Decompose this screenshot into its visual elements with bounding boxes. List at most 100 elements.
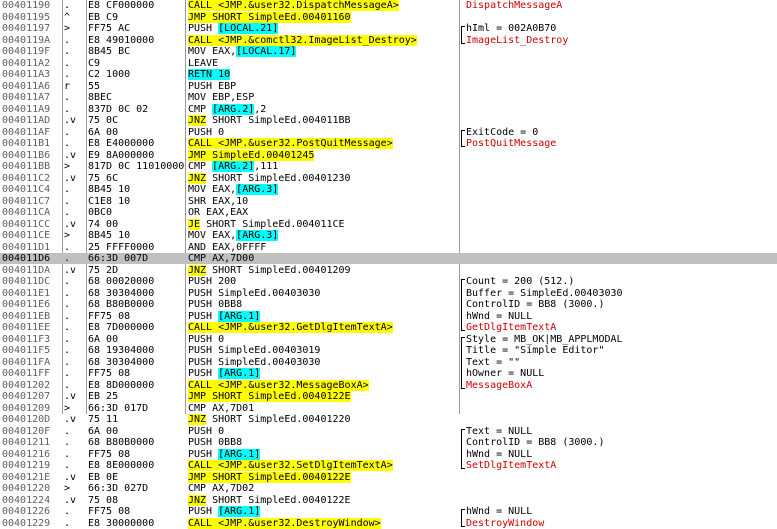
- disasm-row[interactable]: 004011FA. 68 30304000 PUSH SimpleEd.004030…: [0, 357, 777, 368]
- disasm-row[interactable]: 004011EB. FF75 08 PUSH [ARG.1] hWnd = NULL: [0, 310, 777, 322]
- instruction-cell: PUSH 0: [188, 334, 460, 345]
- address-cell: 0040121E: [2, 471, 51, 483]
- disasm-row[interactable]: 00401229. E8 30000000 CALL <JMP.&user32.De…: [0, 517, 777, 529]
- disasm-row[interactable]: 004011F5. 68 19304000 PUSH SimpleEd.004030…: [0, 345, 777, 356]
- disasm-row[interactable]: 00401211. 68 B80B0000 PUSH 0BB8 ControlID =…: [0, 437, 777, 448]
- disasm-row[interactable]: 004011DC. 68 00020000 PUSH 200 Count = 200 …: [0, 276, 777, 287]
- address-cell: 004011CC: [2, 218, 51, 230]
- hex-bytes-cell: 6A 00: [88, 126, 119, 138]
- disasm-row[interactable]: 004011EE. E8 7D000000 CALL <JMP.&user32.Ge…: [0, 322, 777, 333]
- comment-cell: [466, 253, 776, 264]
- disasm-row[interactable]: 004011E1. 68 30304000 PUSH SimpleEd.004030…: [0, 288, 777, 299]
- address-cell: 004011C7: [2, 195, 51, 207]
- disasm-row[interactable]: 00401209 >66:3D 017D CMP AX,7D01: [0, 403, 777, 414]
- comment-cell: [466, 391, 776, 402]
- disasm-row[interactable]: 004011C2 .v 75 6C JNZ SHORT SimpleEd.004012…: [0, 172, 777, 184]
- disasm-row[interactable]: 00401190. E8 CF000000 CALL <JMP.&user32.Di…: [0, 0, 777, 11]
- disasm-row[interactable]: 004011FF. FF75 08 PUSH [ARG.1] hOwner = NUL…: [0, 368, 777, 379]
- flag-cell: .: [64, 448, 71, 460]
- hex-bytes-cell: E8 49010000: [88, 34, 155, 46]
- disasm-row[interactable]: 00401226. FF75 08 PUSH [ARG.1] hWnd = NULL: [0, 506, 777, 517]
- address-cell: 004011B6: [2, 149, 51, 161]
- disasm-row[interactable]: 004011A7. 8BEC MOV EBP,ESP: [0, 92, 777, 103]
- disasm-row[interactable]: 004011CE >8B45 10 MOV EAX,[ARG.3]: [0, 230, 777, 241]
- comment-cell: [466, 403, 776, 414]
- hex-bytes-cell: 68 B80B0000: [88, 299, 155, 310]
- disasm-row[interactable]: 004011A2. C9 LEAVE: [0, 58, 777, 69]
- instruction-text: MOV EBP,ESP: [188, 92, 255, 103]
- address-cell: 00401211: [2, 437, 51, 448]
- flag-cell: .: [64, 333, 71, 345]
- hex-bytes-cell: 8B45 BC: [88, 46, 131, 57]
- flag-cell: .: [64, 92, 71, 103]
- disasm-row[interactable]: 00401220 >66:3D 027D CMP AX,7D02: [0, 483, 777, 494]
- disasm-row[interactable]: 004011AF. 6A 00 PUSH 0 ExitCode = 0: [0, 127, 777, 138]
- disasm-row[interactable]: 004011D6. 66:3D 007D CMP AX,7D00: [0, 253, 777, 264]
- disasm-row[interactable]: 00401219. E8 8E000000 CALL <JMP.&user32.Se…: [0, 460, 777, 471]
- disasm-row[interactable]: 0040121E .v EB 0E JMP SHORT SimpleEd.004012…: [0, 471, 777, 483]
- argument-bracket: [461, 26, 465, 44]
- flag-cell: .: [64, 506, 71, 517]
- hex-bytes-cell: E8 CF000000: [88, 0, 155, 11]
- comment-cell: hWnd = NULL: [466, 506, 776, 517]
- hex-bytes-cell: E8 E4000000: [88, 138, 155, 149]
- address-cell: 00401216: [2, 448, 51, 460]
- address-cell: 004011A9: [2, 103, 51, 115]
- disasm-row[interactable]: 00401197 > FF75 AC PUSH [LOCAL.21] hIml = 00…: [0, 23, 777, 34]
- instruction-cell: CALL <JMP.&user32.SetDlgItemTextA>: [188, 460, 460, 471]
- disasm-row[interactable]: 004011BB >817D 0C 11010000 CMP [ARG.2],111: [0, 161, 777, 172]
- hex-bytes-cell: 837D 0C 02: [88, 103, 149, 115]
- disasm-row[interactable]: 004011CA. 0BC0 OR EAX,EAX: [0, 207, 777, 218]
- disasm-row[interactable]: 004011B1. E8 E4000000 CALL <JMP.&user32.Po…: [0, 138, 777, 149]
- disasm-row[interactable]: 00401224 .v 75 08 JNZ SHORT SimpleEd.004012…: [0, 494, 777, 506]
- disasm-row[interactable]: 0040119A. E8 49010000 CALL <JMP.&comctl32.…: [0, 34, 777, 46]
- disasm-row[interactable]: 004011CC .v 74 00 JE SHORT SimpleEd.004011C…: [0, 218, 777, 230]
- disasm-row[interactable]: 004011F3. 6A 00 PUSH 0 Style = MB_OK|MB_APP…: [0, 334, 777, 345]
- instruction-text: PUSH SimpleEd.00403019: [188, 345, 321, 356]
- disasm-row[interactable]: 004011B6 .v E9 8A000000 JMP SimpleEd.004012…: [0, 149, 777, 161]
- disasm-row[interactable]: 0040120F. 6A 00 PUSH 0 Text = NULL: [0, 426, 777, 437]
- disasm-row[interactable]: 00401195 ^ EB C9 JMP SHORT SimpleEd.004011…: [0, 11, 777, 23]
- disasm-row[interactable]: 00401202. E8 8D000000 CALL <JMP.&user32.Me…: [0, 379, 777, 391]
- argument-comment: ControlID = BB8 (3000.): [466, 437, 605, 448]
- disasm-row[interactable]: 004011C4. 8B45 10 MOV EAX,[ARG.3]: [0, 184, 777, 195]
- disasm-row[interactable]: 004011C7. C1E8 10 SHR EAX,10: [0, 196, 777, 207]
- hex-bytes-cell: 68 30304000: [88, 287, 155, 299]
- disasm-row[interactable]: 004011D1. 25 FFFF0000 AND EAX,0FFFF: [0, 242, 777, 253]
- disasm-row[interactable]: 004011A9. 837D 0C 02 CMP [ARG.2],2: [0, 103, 777, 115]
- instruction-cell: AND EAX,0FFFF: [188, 242, 460, 253]
- flag-cell: .: [64, 356, 71, 368]
- flag-cell: .: [64, 310, 71, 322]
- disasm-row[interactable]: 004011DA .v 75 2D JNZ SHORT SimpleEd.004012…: [0, 264, 777, 276]
- flag-cell: .: [64, 322, 71, 333]
- disasm-row[interactable]: 0040120D .v 75 11 JNZ SHORT SimpleEd.004012…: [0, 414, 777, 425]
- comment-cell: [466, 115, 776, 126]
- comment-cell: Text = NULL: [466, 426, 776, 437]
- instruction-cell: CMP AX,7D01: [188, 403, 460, 414]
- api-name-comment: DispatchMessageA: [466, 0, 563, 11]
- disasm-row[interactable]: 004011A6 r 55 PUSH EBP: [0, 81, 777, 92]
- instruction-cell: PUSH [ARG.1]: [188, 310, 460, 322]
- disasm-row[interactable]: 004011E6. 68 B80B0000 PUSH 0BB8 ControlID =…: [0, 299, 777, 310]
- comment-cell: ControlID = BB8 (3000.): [466, 299, 776, 310]
- flag-cell: .: [64, 276, 71, 287]
- branch-highlight: JMP SHORT SimpleEd.00401160: [188, 11, 351, 23]
- instruction-text: AND EAX,0FFFF: [188, 241, 267, 253]
- instruction-text: LEAVE: [188, 57, 219, 69]
- instruction-text: PUSH 0BB8: [188, 299, 243, 310]
- disasm-row[interactable]: 0040119F. 8B45 BC MOV EAX,[LOCAL.17]: [0, 46, 777, 57]
- disasm-row[interactable]: 00401207 .v EB 25 JMP SHORT SimpleEd.004012…: [0, 391, 777, 402]
- branch-highlight: CALL: [188, 0, 213, 11]
- instruction-text: PUSH 0: [188, 333, 225, 345]
- instruction-text: PUSH EBP: [188, 80, 237, 92]
- flag-cell: .: [64, 287, 71, 299]
- disasm-row[interactable]: 004011A3. C2 1000 RETN 10: [0, 69, 777, 80]
- disassembly-pane[interactable]: 00401190. E8 CF000000 CALL <JMP.&user32.Di…: [0, 0, 777, 529]
- disasm-row[interactable]: 00401216. FF75 08 PUSH [ARG.1] hWnd = NULL: [0, 448, 777, 460]
- hex-bytes-cell: 75 11: [88, 414, 119, 425]
- flag-cell: .: [64, 69, 71, 80]
- flag-cell: .: [64, 0, 71, 11]
- comment-cell: [466, 69, 776, 80]
- flag-cell: >: [64, 23, 71, 34]
- disasm-row[interactable]: 004011AD .v 75 0C JNZ SHORT SimpleEd.004011…: [0, 115, 777, 126]
